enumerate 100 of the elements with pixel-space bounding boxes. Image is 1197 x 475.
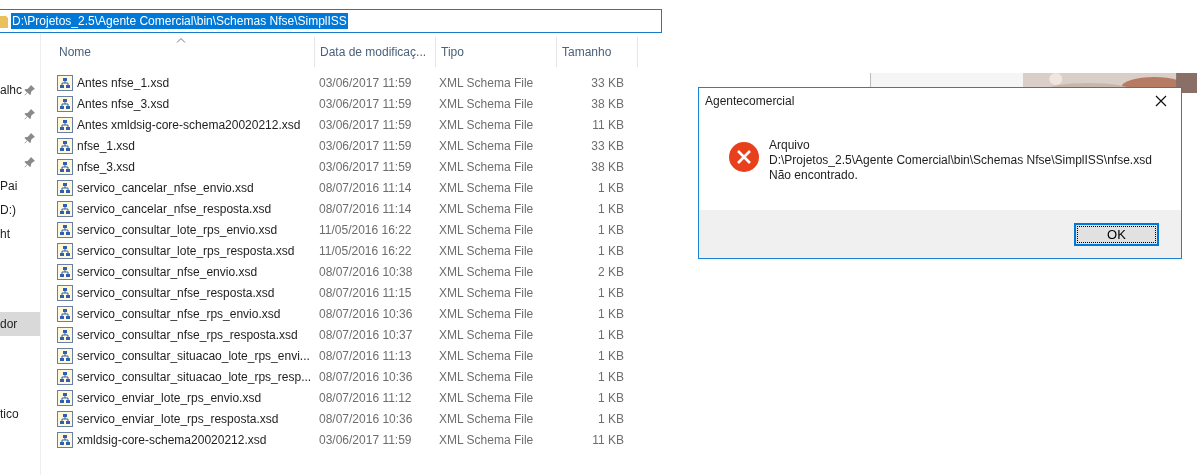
sidebar-item[interactable]: ht bbox=[0, 222, 40, 246]
file-name[interactable]: servico_consultar_nfse_resposta.xsd bbox=[54, 284, 314, 301]
ok-button[interactable]: OK bbox=[1074, 222, 1159, 246]
file-name[interactable]: servico_consultar_lote_rps_envio.xsd bbox=[54, 221, 314, 238]
schema-file-icon bbox=[57, 263, 73, 280]
schema-file-icon bbox=[57, 431, 73, 448]
date-cell-text: 08/07/2016 10:36 bbox=[318, 411, 414, 426]
date-cell-text: 08/07/2016 11:14 bbox=[318, 180, 413, 195]
sidebar-item[interactable]: D:) bbox=[0, 198, 40, 222]
file-name[interactable]: servico_consultar_nfse_envio.xsd bbox=[54, 263, 314, 280]
sidebar-item[interactable]: Pai bbox=[0, 174, 40, 198]
schema-file-icon bbox=[57, 179, 73, 196]
date-cell-text: 11/05/2016 16:22 bbox=[318, 243, 413, 258]
path-text: D:\Projetos_2.5\Agente Comercial\bin\Schemas Nfse\SimplISS bbox=[11, 13, 348, 29]
column-header[interactable]: Tipo bbox=[436, 37, 557, 67]
date-cell-text: 08/07/2016 10:37 bbox=[318, 327, 414, 342]
type-cell-text: XML Schema File bbox=[438, 327, 535, 342]
type-cell-text: XML Schema File bbox=[438, 222, 535, 237]
schema-file-icon bbox=[57, 368, 73, 385]
size-cell-text: 1 KB bbox=[597, 306, 624, 321]
schema-file-icon bbox=[57, 284, 73, 301]
size-cell-text: 11 KB bbox=[591, 117, 624, 132]
size-cell-text: 1 KB bbox=[597, 180, 624, 195]
schema-file-icon bbox=[57, 221, 73, 238]
type-cell-text: XML Schema File bbox=[438, 138, 535, 153]
file-name[interactable]: servico_cancelar_nfse_envio.xsd bbox=[54, 179, 314, 196]
file-name[interactable]: servico_consultar_situacao_lote_rps_envi... bbox=[54, 347, 314, 364]
column-header[interactable]: Data de modificaç... bbox=[315, 37, 436, 67]
date-cell-text: 08/07/2016 10:36 bbox=[318, 369, 414, 384]
schema-file-icon bbox=[57, 95, 73, 112]
file-name[interactable]: xmldsig-core-schema20020212.xsd bbox=[54, 431, 314, 448]
sidebar-item[interactable]: tico bbox=[0, 402, 40, 426]
message-line: D:\Projetos_2.5\Agente Comercial\bin\Schemas Nfse\SimplISS\nfse.xsd bbox=[769, 153, 1152, 168]
type-cell-text: XML Schema File bbox=[438, 348, 535, 363]
address-bar[interactable]: D:\Projetos_2.5\Agente Comercial\bin\Schemas Nfse\SimplISS bbox=[0, 9, 662, 33]
type-cell-text: XML Schema File bbox=[438, 432, 535, 447]
schema-file-icon bbox=[57, 389, 73, 406]
type-cell-text: XML Schema File bbox=[438, 411, 535, 426]
size-cell-text: 1 KB bbox=[597, 411, 624, 426]
folder-icon bbox=[0, 14, 8, 28]
schema-file-icon bbox=[57, 305, 73, 322]
file-name[interactable]: Antes nfse_1.xsd bbox=[54, 74, 314, 91]
column-label: Data de modificaç... bbox=[320, 45, 427, 59]
date-cell-text: 08/07/2016 11:12 bbox=[318, 390, 413, 405]
message-line: Não encontrado. bbox=[769, 168, 859, 183]
file-name[interactable]: Antes nfse_3.xsd bbox=[54, 95, 314, 112]
type-cell-text: XML Schema File bbox=[438, 369, 535, 384]
column-header[interactable]: Nome bbox=[54, 37, 315, 67]
size-cell-text: 1 KB bbox=[597, 369, 624, 384]
file-name[interactable]: servico_consultar_nfse_rps_resposta.xsd bbox=[54, 326, 314, 343]
date-cell-text: 11/05/2016 16:22 bbox=[318, 222, 413, 237]
size-cell-text: 1 KB bbox=[597, 222, 624, 237]
date-cell-text: 03/06/2017 11:59 bbox=[318, 117, 413, 132]
schema-file-icon bbox=[57, 200, 73, 217]
file-name[interactable]: servico_consultar_lote_rps_resposta.xsd bbox=[54, 242, 314, 259]
file-name[interactable]: servico_enviar_lote_rps_resposta.xsd bbox=[54, 410, 314, 427]
type-cell-text: XML Schema File bbox=[438, 96, 535, 111]
size-cell-text: 1 KB bbox=[597, 285, 624, 300]
type-cell-text: XML Schema File bbox=[438, 75, 535, 90]
type-cell-text: XML Schema File bbox=[438, 390, 535, 405]
size-cell-text: 33 KB bbox=[590, 75, 624, 90]
file-name[interactable]: servico_enviar_lote_rps_envio.xsd bbox=[54, 389, 314, 406]
type-cell-text: XML Schema File bbox=[438, 264, 535, 279]
column-label: Tipo bbox=[441, 45, 464, 59]
schema-file-icon bbox=[57, 137, 73, 154]
file-name[interactable]: servico_consultar_nfse_rps_envio.xsd bbox=[54, 305, 314, 322]
file-name[interactable]: nfse_1.xsd bbox=[54, 137, 314, 154]
date-cell-text: 08/07/2016 10:36 bbox=[318, 306, 414, 321]
column-label: Nome bbox=[59, 45, 91, 59]
error-icon bbox=[728, 141, 760, 173]
file-name[interactable]: nfse_3.xsd bbox=[54, 158, 314, 175]
type-cell-text: XML Schema File bbox=[438, 306, 535, 321]
type-cell-text: XML Schema File bbox=[438, 243, 535, 258]
type-cell-text: XML Schema File bbox=[438, 117, 535, 132]
close-icon[interactable] bbox=[1155, 95, 1167, 107]
sidebar-item[interactable]: dor bbox=[0, 312, 40, 336]
schema-file-icon bbox=[57, 158, 73, 175]
file-name[interactable]: Antes xmldsig-core-schema20020212.xsd bbox=[54, 116, 314, 133]
date-cell-text: 08/07/2016 10:38 bbox=[318, 264, 414, 279]
schema-file-icon bbox=[57, 347, 73, 364]
date-cell-text: 03/06/2017 11:59 bbox=[318, 138, 413, 153]
date-cell-text: 03/06/2017 11:59 bbox=[318, 432, 413, 447]
date-cell-text: 03/06/2017 11:59 bbox=[318, 96, 413, 111]
size-cell-text: 38 KB bbox=[590, 96, 624, 111]
file-name[interactable]: servico_consultar_situacao_lote_rps_resp... bbox=[54, 368, 314, 385]
schema-file-icon bbox=[57, 410, 73, 427]
date-cell-text: 03/06/2017 11:59 bbox=[318, 159, 413, 174]
column-header[interactable]: Tamanho bbox=[557, 37, 638, 67]
schema-file-icon bbox=[57, 116, 73, 133]
date-cell-text: 03/06/2017 11:59 bbox=[318, 75, 413, 90]
sidebar-item[interactable]: alhc bbox=[0, 78, 40, 102]
date-cell-text: 08/07/2016 11:13 bbox=[318, 348, 413, 363]
size-cell-text: 2 KB bbox=[597, 264, 624, 279]
file-name[interactable]: servico_cancelar_nfse_resposta.xsd bbox=[54, 200, 314, 217]
size-cell-text: 11 KB bbox=[591, 432, 624, 447]
size-cell-text: 1 KB bbox=[597, 243, 624, 258]
schema-file-icon bbox=[57, 74, 73, 91]
schema-file-icon bbox=[57, 242, 73, 259]
type-cell-text: XML Schema File bbox=[438, 159, 535, 174]
size-cell-text: 33 KB bbox=[590, 138, 624, 153]
